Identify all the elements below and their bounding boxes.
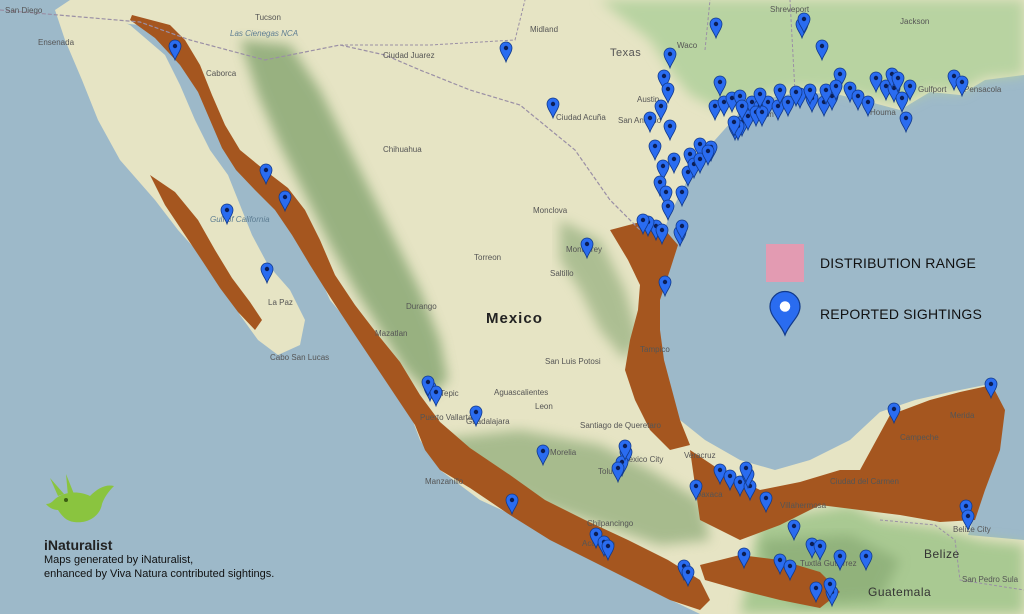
label-pensacola: Pensacola	[964, 85, 1002, 94]
label-chihuahua: Chihuahua	[383, 145, 422, 154]
label-country-mexico: Mexico	[486, 310, 543, 327]
map-legend: DISTRIBUTION RANGE REPORTED SIGHTINGS	[766, 244, 1006, 344]
credit-block: iNaturalist Maps generated by iNaturalis…	[44, 470, 344, 581]
label-tampico: Tampico	[640, 345, 670, 354]
legend-distribution-label: DISTRIBUTION RANGE	[820, 255, 977, 271]
label-belize: Belize	[924, 547, 960, 561]
label-gulfport: Gulfport	[918, 85, 947, 94]
legend-row-sightings: REPORTED SIGHTINGS	[766, 290, 982, 338]
inaturalist-brand-text: iNaturalist	[44, 537, 113, 553]
label-manzanillo: Manzanillo	[425, 477, 464, 486]
label-caborca: Caborca	[206, 69, 237, 78]
label-puerto-vallarta: Puerto Vallarta	[420, 413, 473, 422]
inaturalist-bird-logo-icon	[46, 474, 114, 523]
label-ciudad-del-carmen: Ciudad del Carmen	[830, 477, 899, 486]
credit-line-1: Maps generated by iNaturalist,	[44, 554, 194, 566]
credit-line-2: enhanced by Viva Natura contributed sigh…	[44, 568, 275, 580]
label-las-cienegas: Las Cienegas NCA	[230, 29, 298, 38]
label-san-pedro-sula: San Pedro Sula	[962, 575, 1019, 584]
label-ciudad-juarez: Ciudad Juarez	[383, 51, 435, 60]
label-houma: Houma	[870, 108, 896, 117]
label-san-luis-potosi: San Luis Potosi	[545, 357, 601, 366]
label-queretaro: Santiago de Queretaro	[580, 421, 661, 430]
label-merida: Merida	[950, 411, 975, 420]
label-texas: Texas	[610, 47, 641, 59]
label-ensenada: Ensenada	[38, 38, 75, 47]
label-chilpancingo: Chilpancingo	[587, 519, 634, 528]
label-waco: Waco	[677, 41, 698, 50]
map-pin-icon	[769, 290, 801, 337]
distribution-swatch-icon	[766, 244, 804, 282]
label-villahermosa: Villahermosa	[780, 501, 827, 510]
label-aguascalientes: Aguascalientes	[494, 388, 548, 397]
label-ciudad-acuna: Ciudad Acuña	[556, 113, 606, 122]
label-jackson: Jackson	[900, 17, 929, 26]
label-belize-city: Belize City	[953, 525, 991, 534]
label-cabo: Cabo San Lucas	[270, 353, 329, 362]
label-durango: Durango	[406, 302, 437, 311]
label-torreon: Torreon	[474, 253, 501, 262]
label-tucson: Tucson	[255, 13, 281, 22]
label-gulf-of-california: Gulf of California	[210, 215, 270, 224]
label-veracruz: Veracruz	[684, 451, 716, 460]
label-tepic: Tepic	[440, 389, 459, 398]
label-leon: Leon	[535, 402, 553, 411]
label-saltillo: Saltillo	[550, 269, 574, 278]
label-morelia: Morelia	[550, 448, 577, 457]
label-mazatlan: Mazatlan	[375, 329, 407, 338]
label-guatemala: Guatemala	[868, 585, 931, 599]
label-la-paz: La Paz	[268, 298, 293, 307]
label-tuxtla: Tuxtla Gutierrez	[800, 559, 857, 568]
label-san-diego: San Diego	[5, 6, 43, 15]
legend-sightings-label: REPORTED SIGHTINGS	[820, 306, 983, 322]
label-campeche: Campeche	[900, 433, 939, 442]
label-monclova: Monclova	[533, 206, 568, 215]
legend-row-distribution: DISTRIBUTION RANGE	[766, 244, 976, 282]
label-midland: Midland	[530, 25, 558, 34]
